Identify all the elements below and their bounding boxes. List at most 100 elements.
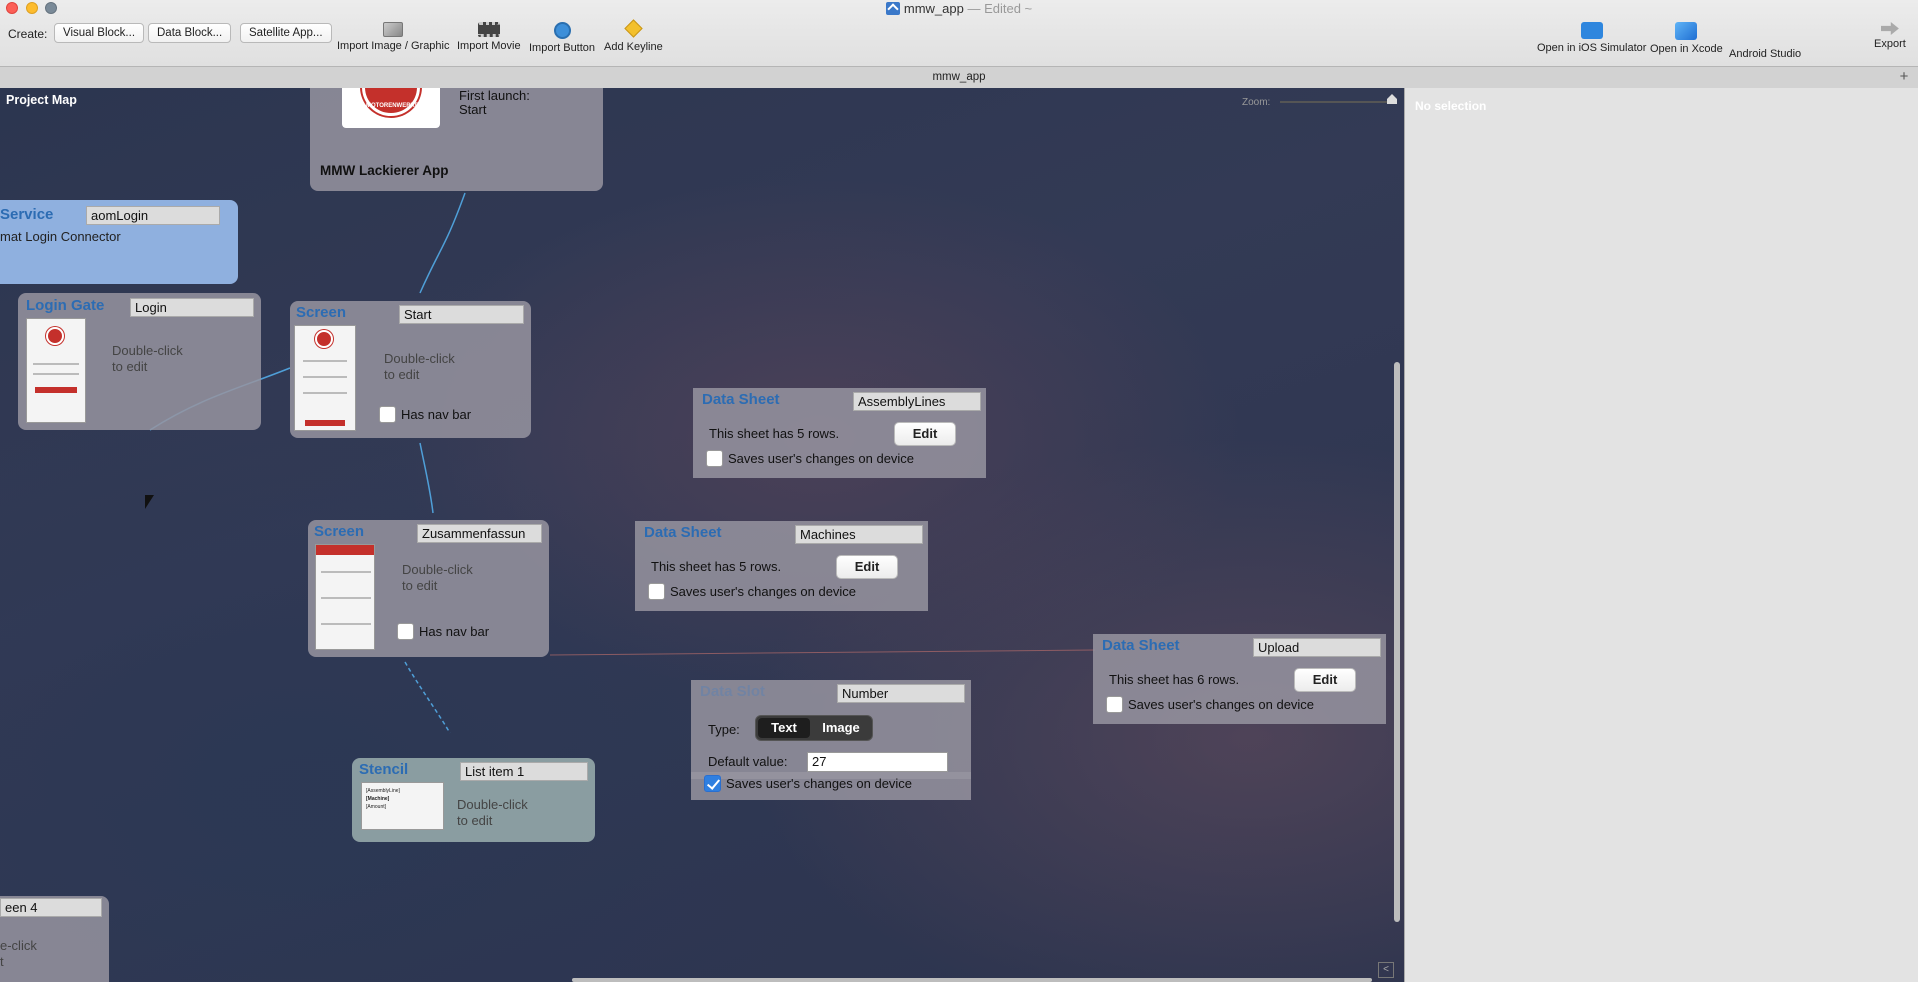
- slot-default-value-input[interactable]: 27: [807, 752, 948, 772]
- satellite-app-button[interactable]: Satellite App...: [240, 23, 332, 43]
- service-name-field[interactable]: aomLogin: [86, 206, 220, 225]
- sheet-assembly-save-checkbox[interactable]: [706, 450, 723, 467]
- android-studio-button[interactable]: Android Studio: [1729, 48, 1801, 60]
- screen-summary-block[interactable]: Screen Zusammenfassun Double-click to edi…: [308, 520, 549, 657]
- document-tab-bar: mmw_app +: [0, 66, 1918, 88]
- zoom-label: Zoom:: [1242, 97, 1271, 108]
- visual-block-button[interactable]: Visual Block...: [54, 23, 145, 43]
- sheet-assembly-name-field[interactable]: AssemblyLines: [853, 392, 981, 411]
- sheet-assembly-edit-button[interactable]: Edit: [894, 422, 956, 446]
- service-description: mat Login Connector: [0, 229, 121, 244]
- xcode-icon: [1675, 22, 1698, 40]
- import-image-label: Import Image / Graphic: [337, 40, 450, 52]
- project-map-canvas[interactable]: Project Map Zoom: MOTORENWERKE First lau…: [0, 88, 1404, 982]
- stencil-name-field[interactable]: List item 1: [460, 762, 588, 781]
- screen-summary-nav-label: Has nav bar: [419, 624, 490, 639]
- slot-type-label: Type:: [708, 722, 740, 737]
- import-button-label: Import Button: [529, 42, 596, 54]
- slot-type-text-option[interactable]: Text: [758, 718, 810, 738]
- app-logo-text: MOTORENWERKE: [366, 103, 419, 109]
- screen-start-hint: Double-click to edit: [384, 351, 455, 382]
- collapse-panel-button[interactable]: <: [1378, 962, 1394, 978]
- login-gate-type-label: Login Gate: [26, 297, 105, 314]
- app-name: MMW Lackierer App: [320, 163, 449, 178]
- sheet-machines-rows: This sheet has 5 rows.: [651, 559, 782, 574]
- slot-type-image-option[interactable]: Image: [812, 718, 870, 738]
- import-image-button[interactable]: Import Image / Graphic: [337, 22, 450, 52]
- image-graphic-icon: [383, 22, 404, 37]
- create-label: Create:: [8, 27, 48, 41]
- slot-number-save-label: Saves user's changes on device: [726, 776, 913, 791]
- ios-simulator-icon: [1580, 22, 1603, 39]
- screen-4-name-field[interactable]: een 4: [0, 898, 102, 917]
- sheet-assembly-rows: This sheet has 5 rows.: [709, 426, 840, 441]
- login-gate-hint: Double-click to edit: [112, 343, 183, 374]
- sheet-upload-save-checkbox[interactable]: [1106, 696, 1123, 713]
- screen-start-name-field[interactable]: Start: [399, 305, 524, 324]
- login-gate-thumbnail: [26, 318, 86, 423]
- keyline-icon: [624, 19, 643, 38]
- no-selection-label: No selection: [1415, 99, 1487, 113]
- slot-number-save-checkbox[interactable]: [704, 775, 721, 792]
- screen-start-thumbnail: [294, 325, 356, 431]
- slot-default-label: Default value:: [708, 754, 788, 769]
- open-xcode-button[interactable]: Open in Xcode: [1650, 22, 1723, 55]
- document-icon: [885, 2, 900, 15]
- button-icon: [553, 22, 571, 39]
- export-button[interactable]: Export: [1874, 22, 1906, 50]
- export-label: Export: [1874, 38, 1906, 50]
- slot-number-name-field[interactable]: Number: [837, 684, 965, 703]
- sheet-upload-save-label: Saves user's changes on device: [1128, 697, 1315, 712]
- import-movie-button[interactable]: Import Movie: [457, 22, 521, 52]
- add-tab-button[interactable]: +: [1896, 69, 1912, 85]
- add-keyline-button[interactable]: Add Keyline: [604, 19, 663, 53]
- tab-mmw-app[interactable]: mmw_app: [932, 71, 985, 83]
- login-gate-name-field[interactable]: Login: [130, 298, 254, 317]
- data-block-button[interactable]: Data Block...: [148, 23, 232, 43]
- import-button-button[interactable]: Import Button: [529, 22, 595, 54]
- sheet-assembly-type-label: Data Sheet: [702, 391, 780, 408]
- open-xcode-label: Open in Xcode: [1650, 43, 1723, 55]
- screen-summary-name-field[interactable]: Zusammenfassun: [417, 524, 542, 543]
- sheet-upload-edit-button[interactable]: Edit: [1294, 668, 1356, 692]
- screen-summary-type-label: Screen: [314, 523, 365, 540]
- window-title-text: mmw_app: [903, 1, 964, 16]
- movie-icon: [477, 22, 500, 37]
- edited-status[interactable]: — Edited ~: [967, 1, 1032, 16]
- slot-type-segmented-control[interactable]: Text Image: [755, 715, 873, 741]
- zoom-slider-track[interactable]: [1280, 101, 1390, 103]
- inspector-panel: No selection: [1404, 88, 1918, 982]
- sheet-machines-save-checkbox[interactable]: [648, 583, 665, 600]
- sheet-machines-name-field[interactable]: Machines: [795, 525, 923, 544]
- screen-start-block[interactable]: Screen Start Double-click to edit Has nav…: [290, 301, 531, 438]
- slot-number-block[interactable]: Data Slot Number Type: Text Image Defaul…: [691, 680, 971, 779]
- canvas-horizontal-scrollbar[interactable]: [572, 978, 1372, 982]
- sheet-assembly-block[interactable]: Data Sheet AssemblyLines This sheet has …: [693, 388, 986, 478]
- window-title: mmw_app — Edited ~: [0, 1, 1918, 16]
- stencil-block[interactable]: Stencil List item 1 [AssemblyLine] [Mach…: [352, 758, 595, 842]
- sheet-machines-edit-button[interactable]: Edit: [836, 555, 898, 579]
- slot-number-type-label: Data Slot: [700, 683, 766, 700]
- sheet-machines-save-label: Saves user's changes on device: [670, 584, 857, 599]
- sheet-upload-name-field[interactable]: Upload: [1253, 638, 1381, 657]
- android-studio-label: Android Studio: [1729, 48, 1802, 60]
- stencil-hint: Double-click to edit: [457, 797, 528, 828]
- login-gate-block[interactable]: Login Gate Login Double-click to edit: [18, 293, 261, 430]
- screen-4-hint: e-click t: [0, 938, 37, 969]
- screen-summary-nav-checkbox[interactable]: [397, 623, 414, 640]
- sheet-upload-block[interactable]: Data Sheet Upload This sheet has 6 rows.…: [1093, 634, 1386, 724]
- screen-start-nav-label: Has nav bar: [401, 407, 472, 422]
- sheet-machines-type-label: Data Sheet: [644, 524, 722, 541]
- screen-start-nav-checkbox[interactable]: [379, 406, 396, 423]
- screen-summary-hint: Double-click to edit: [402, 562, 473, 593]
- slot-number-footer: Saves user's changes on device: [691, 772, 971, 800]
- app-block[interactable]: MOTORENWERKE First launch: Start MMW Lac…: [310, 88, 603, 191]
- canvas-vertical-scrollbar[interactable]: [1394, 362, 1400, 922]
- sheet-upload-rows: This sheet has 6 rows.: [1109, 672, 1240, 687]
- screen-start-type-label: Screen: [296, 304, 347, 321]
- open-ios-simulator-button[interactable]: Open in iOS Simulator: [1537, 22, 1646, 54]
- sheet-assembly-save-label: Saves user's changes on device: [728, 451, 915, 466]
- screen-4-block[interactable]: een 4 e-click t: [0, 896, 109, 982]
- sheet-machines-block[interactable]: Data Sheet Machines This sheet has 5 row…: [635, 521, 928, 611]
- service-block[interactable]: Service aomLogin mat Login Connector: [0, 200, 238, 284]
